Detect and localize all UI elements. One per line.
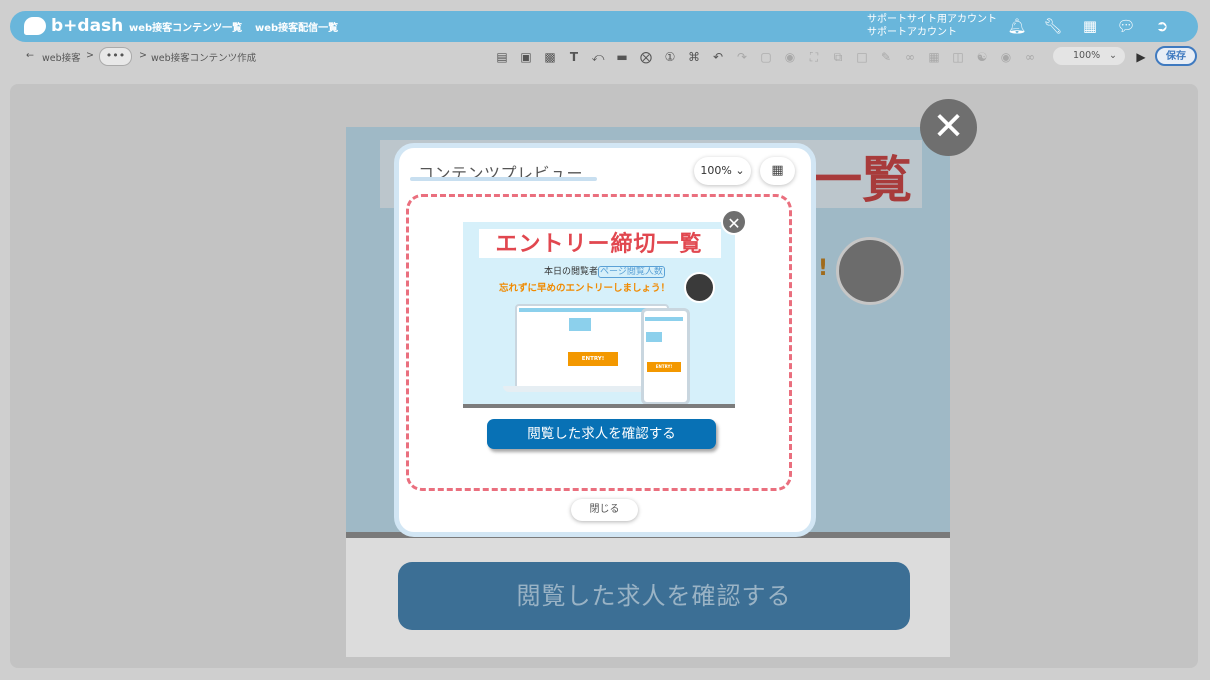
wrench-icon[interactable]: 🔧︎ [1043, 16, 1063, 36]
popup-avatar [684, 272, 715, 303]
breadcrumb-separator-2: > [139, 50, 147, 61]
close-circle-icon[interactable]: ⨂ [638, 49, 654, 65]
database-icon[interactable]: ☯ [974, 49, 990, 65]
play-preview-icon[interactable]: ▶ [1133, 49, 1149, 65]
apps-grid-icon[interactable]: ▦ [1080, 16, 1100, 36]
square-icon[interactable]: □ [854, 49, 870, 65]
zoom-select[interactable]: 100% ⌄ [1053, 47, 1125, 65]
content-exclamation: ! [818, 256, 829, 281]
number-icon[interactable]: ① [662, 49, 678, 65]
link-icon[interactable]: ∞ [902, 49, 918, 65]
list-icon[interactable]: ▤ [494, 49, 510, 65]
content-close-icon[interactable]: ✕ [920, 99, 977, 156]
edit-icon[interactable]: ✎ [878, 49, 894, 65]
phone-screen-bar [645, 317, 683, 321]
account-info[interactable]: サポートサイト用アカウント サポートアカウント [867, 13, 997, 39]
zoom-value: 100% [1073, 50, 1101, 61]
content-title-fragment: 一覧 [812, 151, 912, 209]
chat-bubble-icon[interactable]: 💬︎ [1116, 16, 1136, 36]
modal-close-button[interactable]: 閉じる [571, 499, 638, 521]
chevron-down-icon: ⌄ [1109, 50, 1117, 61]
editor-toolbar-row: ← web接客 > ••• > web接客コンテンツ作成 ▤ ▣ ▩ T ⤺ ▬… [0, 44, 1210, 70]
popup-preview: エントリー締切一覧 本日の閲覧者 ページ閲覧人数 忘れずに早めのエントリーしましょ… [463, 222, 735, 460]
popup-reminder: 忘れずに早めのエントリーしましょう！ [499, 283, 671, 294]
group-icon[interactable]: ◉ [998, 49, 1014, 65]
breadcrumb-current: web接客コンテンツ作成 [151, 53, 257, 64]
account-name: サポートサイト用アカウント [867, 14, 997, 25]
bell-icon[interactable]: 🔔︎ [1007, 16, 1027, 36]
popup-cta-button[interactable]: 閲覧した求人を確認する [487, 419, 716, 449]
chevron-down-icon: ⌄ [731, 164, 745, 177]
popup-viewers: 本日の閲覧者 ページ閲覧人数 [544, 264, 665, 278]
device-toggle-icon[interactable]: ▦ [760, 157, 795, 185]
logo-bubble-icon [24, 17, 46, 35]
popup-viewers-prefix: 本日の閲覧者 [544, 267, 599, 277]
line-icon[interactable]: ⤺ [590, 49, 606, 65]
table-icon[interactable]: ◫ [950, 49, 966, 65]
undo-icon[interactable]: ↶ [710, 49, 726, 65]
logo-text: b+dash [51, 16, 124, 36]
expand-icon[interactable]: ⛶ [806, 49, 822, 65]
save-button[interactable]: 保存 [1155, 46, 1197, 66]
top-nav-bar: b+dash web接客コンテンツ一覧 web接客配信一覧 サポートサイト用アカ… [10, 11, 1198, 42]
phone-entry-button: ENTRY! [647, 362, 681, 372]
nav-link-content-list[interactable]: web接客コンテンツ一覧 [129, 19, 242, 34]
text-icon[interactable]: T [566, 49, 582, 65]
modal-zoom-value: 100% [700, 164, 732, 177]
logout-icon[interactable]: ➲ [1152, 16, 1172, 36]
phone-screen-block [646, 332, 662, 342]
popup-divider [463, 404, 735, 408]
account-sub: サポートアカウント [867, 27, 957, 38]
breadcrumb-separator: > [86, 50, 94, 61]
popup-close-icon[interactable]: ✕ [721, 209, 747, 235]
back-arrow-icon[interactable]: ← [26, 50, 34, 61]
drop-icon[interactable]: ◉ [782, 49, 798, 65]
image-icon[interactable]: ▣ [518, 49, 534, 65]
laptop-screen-block [569, 318, 591, 331]
frame-icon[interactable]: ▢ [758, 49, 774, 65]
popup-title: エントリー締切一覧 [495, 232, 703, 257]
app-logo[interactable]: b+dash [24, 14, 123, 38]
modal-zoom-select[interactable]: 100% ⌄ [694, 157, 751, 185]
popup-viewers-tag: ページ閲覧人数 [598, 266, 665, 278]
breadcrumb-root[interactable]: web接客 [42, 50, 81, 64]
layers-icon[interactable]: ⧉ [830, 49, 846, 65]
content-cta-button[interactable]: 閲覧した求人を確認する [398, 562, 910, 630]
modal-title-underline [410, 177, 597, 181]
chain-icon[interactable]: ∞ [1022, 49, 1038, 65]
video-icon[interactable]: ▩ [542, 49, 558, 65]
nav-link-delivery-list[interactable]: web接客配信一覧 [255, 19, 338, 34]
content-avatar [836, 237, 904, 305]
phone-illustration [641, 308, 690, 405]
breadcrumb-more-button[interactable]: ••• [99, 47, 132, 66]
crop-icon[interactable]: ⌘ [686, 49, 702, 65]
redo-icon[interactable]: ↷ [734, 49, 750, 65]
calendar-icon[interactable]: ▦ [926, 49, 942, 65]
badge-icon[interactable]: ▬ [614, 49, 630, 65]
laptop-entry-button: ENTRY! [568, 352, 618, 366]
